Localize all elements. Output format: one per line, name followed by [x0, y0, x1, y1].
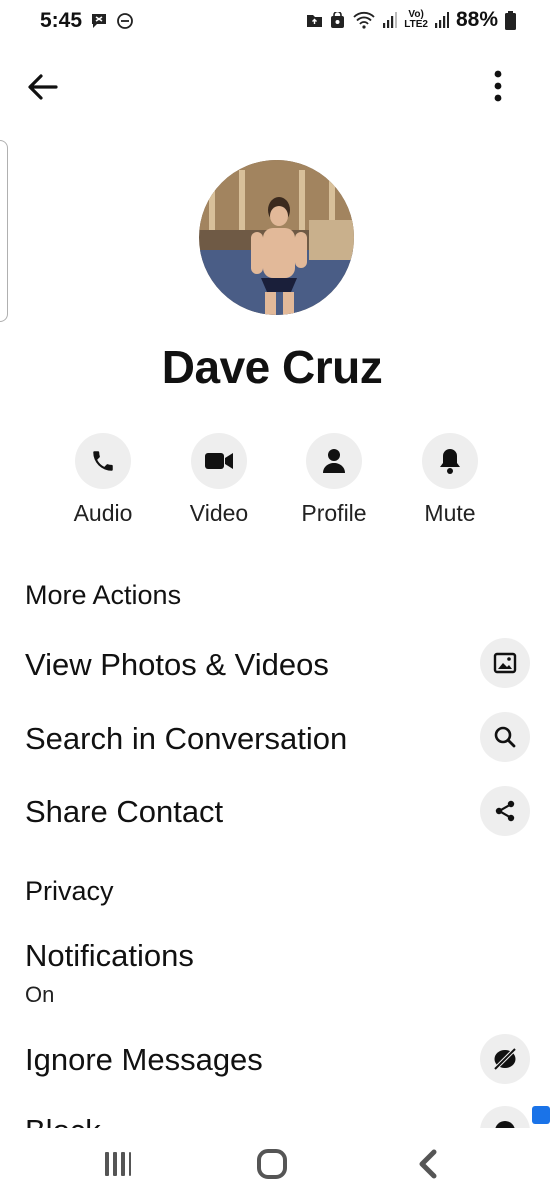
back-button[interactable]	[26, 70, 60, 104]
volte-badge: Vo) LTE2	[404, 9, 428, 30]
cast-badge-icon	[532, 1106, 550, 1124]
more-actions-header: More Actions	[25, 580, 182, 610]
mute-label: Mute	[424, 500, 476, 526]
home-button[interactable]	[250, 1142, 294, 1186]
system-navigation-bar	[0, 1128, 554, 1200]
message-notification-icon	[92, 14, 106, 28]
lock-notification-icon	[331, 11, 345, 28]
audio-label: Audio	[73, 500, 133, 526]
profile-photo	[199, 160, 354, 315]
ignore-messages-label: Ignore Messages	[25, 1042, 263, 1077]
bell-icon	[440, 449, 460, 474]
contact-name: Dave Cruz	[161, 341, 383, 393]
signal-icon-2	[434, 12, 449, 28]
block-icon	[495, 1121, 515, 1128]
do-not-disturb-icon	[117, 13, 133, 29]
block-label: Block	[25, 1113, 101, 1128]
more-vertical-icon	[494, 70, 502, 102]
notifications-status: On	[25, 982, 55, 1007]
edge-panel-handle[interactable]	[0, 140, 8, 322]
notifications-label: Notifications	[25, 938, 194, 973]
battery-percentage: 88%	[455, 8, 498, 31]
image-icon	[493, 652, 517, 674]
video-label: Video	[189, 500, 249, 526]
phone-icon	[93, 451, 113, 471]
signal-icon	[383, 12, 398, 28]
arrow-left-icon	[28, 74, 58, 100]
back-nav-button[interactable]	[406, 1142, 450, 1186]
search-in-conversation-label: Search in Conversation	[25, 721, 348, 756]
status-time: 5:45	[40, 9, 83, 32]
audio-call-button[interactable]: Audio	[53, 433, 153, 527]
video-call-button[interactable]: Video	[169, 433, 269, 527]
share-contact-label: Share Contact	[25, 794, 224, 829]
avatar	[199, 160, 354, 315]
recent-apps-button[interactable]	[96, 1142, 140, 1186]
privacy-header: Privacy	[25, 876, 114, 906]
person-icon	[323, 449, 345, 473]
chevron-left-icon	[419, 1149, 437, 1179]
video-camera-icon	[205, 453, 233, 469]
view-photos-videos-label: View Photos & Videos	[25, 647, 329, 682]
folder-icon	[307, 14, 323, 27]
home-icon	[257, 1149, 287, 1179]
eye-off-icon	[493, 1047, 517, 1071]
search-icon	[494, 726, 516, 748]
battery-icon	[505, 10, 516, 30]
wifi-icon	[353, 11, 375, 29]
share-icon	[495, 800, 515, 822]
profile-label: Profile	[301, 500, 367, 526]
recents-icon	[105, 1152, 131, 1176]
overflow-menu-button[interactable]	[484, 66, 512, 106]
mute-button[interactable]: Mute	[400, 433, 500, 527]
profile-button[interactable]: Profile	[284, 433, 384, 527]
status-bar: 5:45 Vo) LTE2 88%	[0, 0, 554, 44]
block-row[interactable]: Block	[0, 1100, 554, 1128]
